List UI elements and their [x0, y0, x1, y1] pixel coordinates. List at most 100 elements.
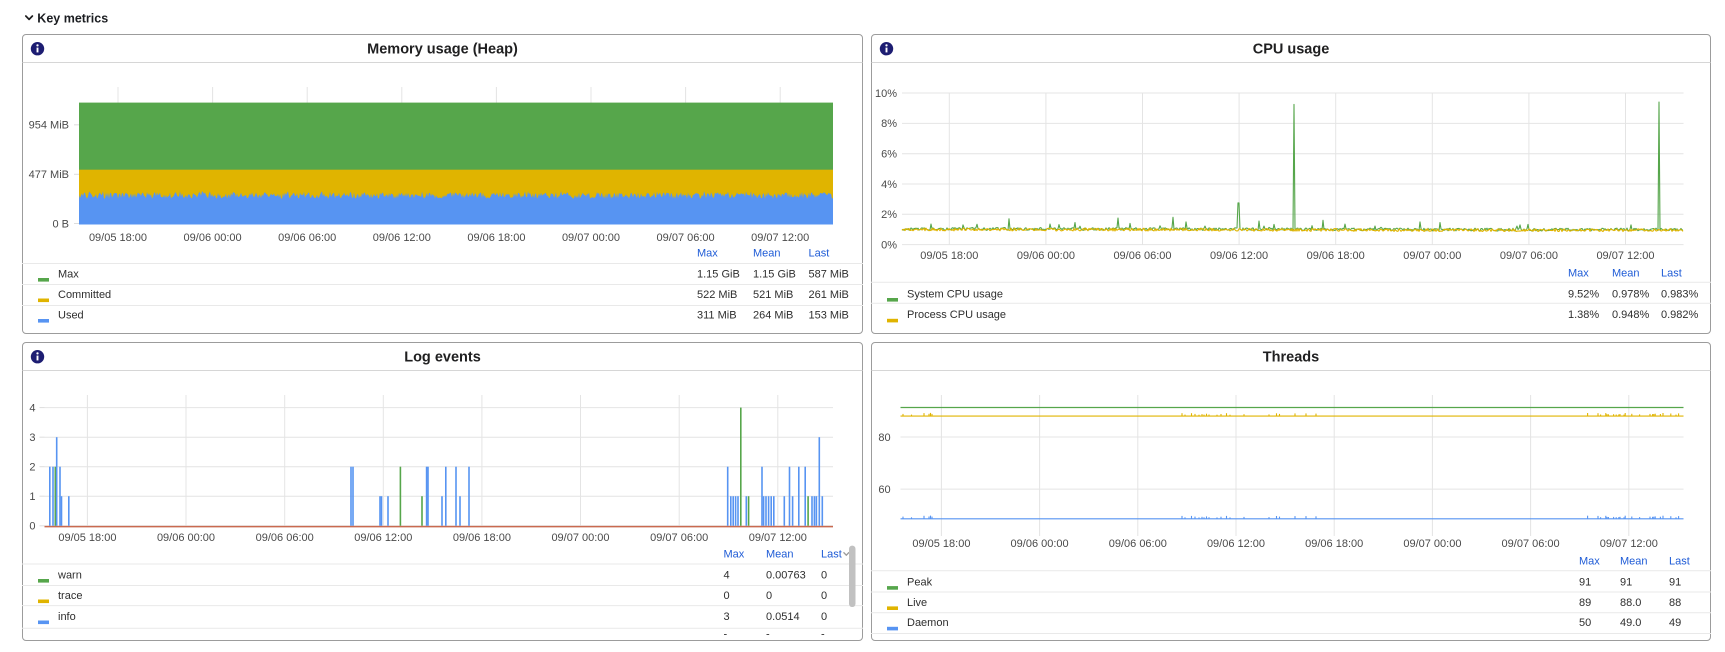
svg-text:Max: Max	[724, 549, 745, 561]
svg-text:09/06 18:00: 09/06 18:00	[1305, 538, 1363, 550]
svg-text:0 B: 0 B	[52, 218, 69, 230]
svg-text:Mean: Mean	[1620, 556, 1648, 568]
svg-text:91: 91	[1620, 576, 1632, 588]
svg-text:09/06 06:00: 09/06 06:00	[278, 232, 336, 244]
svg-text:88.0: 88.0	[1620, 597, 1641, 609]
svg-text:311 MiB: 311 MiB	[697, 309, 737, 321]
svg-text:153 MiB: 153 MiB	[809, 309, 849, 321]
svg-text:264 MiB: 264 MiB	[753, 309, 793, 321]
svg-text:09/06 06:00: 09/06 06:00	[256, 532, 314, 544]
svg-text:09/06 12:00: 09/06 12:00	[373, 232, 431, 244]
svg-text:1.15 GiB: 1.15 GiB	[753, 268, 796, 280]
svg-text:1.38%: 1.38%	[1568, 309, 1599, 321]
svg-text:09/07 06:00: 09/07 06:00	[1500, 250, 1558, 262]
svg-text:9.52%: 9.52%	[1568, 288, 1599, 300]
svg-text:warn: warn	[57, 569, 82, 581]
svg-text:09/06 00:00: 09/06 00:00	[157, 532, 215, 544]
svg-text:09/07 12:00: 09/07 12:00	[751, 232, 809, 244]
svg-text:0: 0	[821, 569, 827, 581]
svg-text:261 MiB: 261 MiB	[809, 289, 849, 301]
svg-text:Max: Max	[697, 247, 718, 259]
svg-text:09/07 12:00: 09/07 12:00	[1596, 250, 1654, 262]
svg-text:System CPU usage: System CPU usage	[907, 288, 1003, 300]
svg-text:8%: 8%	[881, 118, 897, 130]
svg-text:09/07 00:00: 09/07 00:00	[1403, 250, 1461, 262]
svg-text:3: 3	[724, 611, 730, 623]
svg-text:477 MiB: 477 MiB	[29, 169, 69, 181]
svg-text:0.983%: 0.983%	[1661, 288, 1699, 300]
svg-text:Used: Used	[58, 309, 84, 321]
svg-text:Log events: Log events	[404, 349, 481, 365]
svg-text:Memory usage (Heap): Memory usage (Heap)	[367, 41, 518, 57]
svg-text:587 MiB: 587 MiB	[809, 268, 849, 280]
svg-text:89: 89	[1579, 597, 1591, 609]
svg-text:Mean: Mean	[753, 247, 781, 259]
svg-text:2%: 2%	[881, 209, 897, 221]
svg-text:Last: Last	[809, 247, 830, 259]
svg-text:4: 4	[724, 569, 730, 581]
svg-text:0: 0	[766, 590, 772, 602]
svg-text:Process CPU usage: Process CPU usage	[907, 309, 1006, 321]
svg-text:09/06 12:00: 09/06 12:00	[354, 532, 412, 544]
svg-text:3: 3	[29, 432, 35, 444]
svg-text:Daemon: Daemon	[907, 617, 949, 629]
svg-text:info: info	[58, 611, 76, 623]
svg-text:09/07 00:00: 09/07 00:00	[1403, 538, 1461, 550]
svg-text:trace: trace	[58, 590, 82, 602]
svg-text:09/06 00:00: 09/06 00:00	[184, 232, 242, 244]
svg-text:09/07 00:00: 09/07 00:00	[551, 532, 609, 544]
svg-text:0.978%: 0.978%	[1612, 288, 1650, 300]
svg-text:Key metrics: Key metrics	[37, 12, 108, 26]
svg-text:09/07 06:00: 09/07 06:00	[657, 232, 715, 244]
svg-text:1.15 GiB: 1.15 GiB	[697, 268, 740, 280]
svg-text:Peak: Peak	[907, 576, 933, 588]
svg-text:0.982%: 0.982%	[1661, 309, 1699, 321]
svg-text:09/06 12:00: 09/06 12:00	[1210, 250, 1268, 262]
svg-text:09/07 12:00: 09/07 12:00	[1600, 538, 1658, 550]
svg-text:09/06 18:00: 09/06 18:00	[467, 232, 525, 244]
svg-text:09/06 06:00: 09/06 06:00	[1113, 250, 1171, 262]
svg-text:09/06 00:00: 09/06 00:00	[1011, 538, 1069, 550]
svg-text:0: 0	[29, 521, 35, 533]
svg-text:Last: Last	[1669, 556, 1690, 568]
svg-text:1: 1	[29, 491, 35, 503]
svg-text:88: 88	[1669, 597, 1681, 609]
svg-text:09/07 06:00: 09/07 06:00	[650, 532, 708, 544]
svg-text:4%: 4%	[881, 179, 897, 191]
svg-text:80: 80	[878, 432, 890, 444]
svg-text:Live: Live	[907, 597, 927, 609]
svg-text:954 MiB: 954 MiB	[29, 120, 69, 132]
svg-text:0.0514: 0.0514	[766, 611, 800, 623]
svg-text:Max: Max	[58, 268, 79, 280]
svg-text:2: 2	[29, 462, 35, 474]
svg-text:Max: Max	[1568, 267, 1589, 279]
svg-text:09/06 00:00: 09/06 00:00	[1017, 250, 1075, 262]
svg-text:09/06 18:00: 09/06 18:00	[453, 532, 511, 544]
svg-text:Last: Last	[1661, 267, 1682, 279]
svg-text:09/06 06:00: 09/06 06:00	[1109, 538, 1167, 550]
svg-text:09/06 12:00: 09/06 12:00	[1207, 538, 1265, 550]
svg-text:49.0: 49.0	[1620, 617, 1641, 629]
svg-text:-: -	[724, 628, 728, 640]
svg-text:Mean: Mean	[1612, 267, 1640, 279]
svg-text:522 MiB: 522 MiB	[697, 289, 737, 301]
svg-text:6%: 6%	[881, 149, 897, 161]
svg-text:0: 0	[821, 611, 827, 623]
svg-text:0%: 0%	[881, 239, 897, 251]
svg-text:521 MiB: 521 MiB	[753, 289, 793, 301]
svg-text:Mean: Mean	[766, 549, 794, 561]
svg-text:4: 4	[29, 403, 35, 415]
svg-text:0: 0	[821, 590, 827, 602]
svg-text:Last: Last	[821, 549, 842, 561]
svg-text:91: 91	[1669, 576, 1681, 588]
svg-text:Committed: Committed	[58, 289, 111, 301]
svg-text:49: 49	[1669, 617, 1681, 629]
svg-text:91: 91	[1579, 576, 1591, 588]
svg-text:10%: 10%	[875, 88, 897, 100]
svg-text:-: -	[766, 628, 770, 640]
svg-text:09/07 06:00: 09/07 06:00	[1502, 538, 1560, 550]
svg-text:09/05 18:00: 09/05 18:00	[89, 232, 147, 244]
svg-text:09/07 00:00: 09/07 00:00	[562, 232, 620, 244]
svg-text:50: 50	[1579, 617, 1591, 629]
svg-text:0.00763: 0.00763	[766, 569, 806, 581]
